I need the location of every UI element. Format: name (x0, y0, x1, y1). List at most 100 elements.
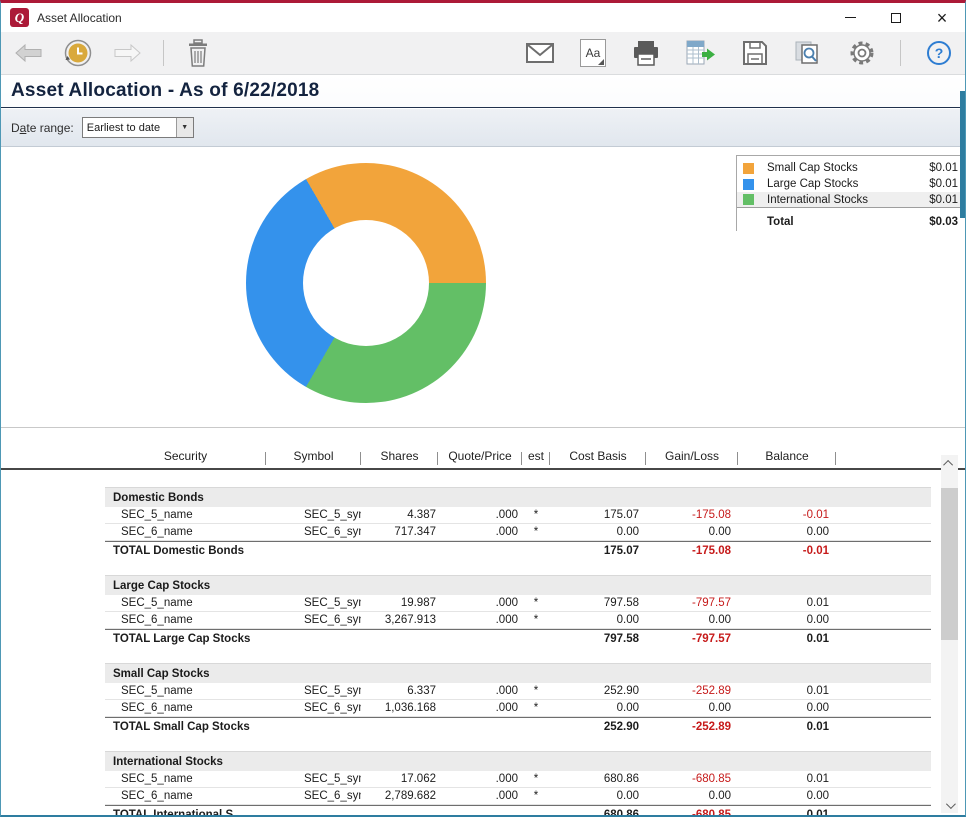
cell-est: * (522, 595, 550, 611)
cell-balance: 0.00 (738, 700, 836, 716)
report-preview-icon (794, 40, 822, 66)
delete-button[interactable] (186, 39, 210, 67)
cell-security: SEC_5_name (105, 507, 266, 523)
save-button[interactable] (742, 40, 768, 66)
total-gain-loss: -175.08 (646, 542, 738, 560)
font-size-icon: Aa (580, 39, 606, 67)
legend-total-row: Total $0.03 (737, 213, 960, 231)
legend-item[interactable]: International Stocks $0.01 (737, 192, 960, 208)
cell-balance: 0.00 (738, 524, 836, 540)
total-label: TOTAL International S... (105, 806, 550, 815)
date-range-band: Date range: Earliest to date ▼ (1, 109, 965, 147)
close-button[interactable]: × (919, 3, 965, 32)
back-button[interactable] (15, 44, 42, 62)
history-button[interactable] (64, 39, 92, 67)
section-header: Domestic Bonds (105, 487, 931, 507)
cell-quote: .000 (438, 612, 522, 628)
maximize-button[interactable] (873, 3, 919, 32)
cell-security: SEC_6_name (105, 524, 266, 540)
back-arrow-icon (15, 44, 42, 62)
section-header: Small Cap Stocks (105, 663, 931, 683)
total-balance: 0.01 (738, 718, 836, 736)
email-button[interactable] (526, 43, 554, 63)
scrollbar-down-button[interactable] (941, 797, 958, 813)
cell-security: SEC_5_name (105, 771, 266, 787)
donut-hole (303, 220, 429, 346)
total-balance: 0.01 (738, 806, 836, 815)
minimize-icon (845, 17, 856, 18)
trash-icon (186, 39, 210, 67)
column-header-gain-loss[interactable]: Gain/Loss (646, 449, 738, 468)
cell-gain-loss: -680.85 (646, 771, 738, 787)
column-header-symbol[interactable]: Symbol (266, 449, 361, 468)
font-size-button[interactable]: Aa (580, 39, 606, 67)
window-title: Asset Allocation (37, 11, 122, 25)
cell-shares: 1,036.168 (361, 700, 438, 716)
settings-button[interactable] (848, 39, 876, 67)
total-cost-basis: 797.58 (550, 630, 646, 648)
cell-cost-basis: 0.00 (550, 612, 646, 628)
chevron-up-icon (943, 459, 953, 469)
scrollbar-up-button[interactable] (941, 455, 958, 471)
table-row[interactable]: SEC_6_name SEC_6_sym 3,267.913 .000 * 0.… (105, 612, 931, 629)
table-row[interactable]: SEC_5_name SEC_5_sym 6.337 .000 * 252.90… (105, 683, 931, 700)
print-button[interactable] (632, 40, 660, 66)
chevron-down-icon (946, 799, 956, 809)
legend-item[interactable]: Large Cap Stocks $0.01 (737, 176, 960, 192)
column-header-shares[interactable]: Shares (361, 449, 438, 468)
minimize-button[interactable] (827, 3, 873, 32)
table-row[interactable]: SEC_6_name SEC_6_sym 2,789.682 .000 * 0.… (105, 788, 931, 805)
gear-icon (848, 39, 876, 67)
cell-security: SEC_5_name (105, 595, 266, 611)
cell-quote: .000 (438, 507, 522, 523)
cell-symbol: SEC_5_sym (266, 683, 361, 699)
cell-security: SEC_6_name (105, 612, 266, 628)
total-label: TOTAL Large Cap Stocks (105, 630, 550, 648)
total-label: TOTAL Small Cap Stocks (105, 718, 550, 736)
cell-quote: .000 (438, 524, 522, 540)
table-scrollbar[interactable] (941, 455, 958, 813)
cell-balance: 0.00 (738, 788, 836, 804)
toolbar-separator (900, 40, 901, 66)
date-range-select[interactable]: Earliest to date ▼ (82, 117, 194, 138)
help-button[interactable]: ? (927, 41, 951, 65)
forward-button[interactable] (114, 44, 141, 62)
history-clock-icon (64, 39, 92, 67)
legend-item[interactable]: Small Cap Stocks $0.01 (737, 160, 960, 176)
cell-shares: 19.987 (361, 595, 438, 611)
column-header-quote-price[interactable]: Quote/Price (438, 449, 522, 468)
date-range-value: Earliest to date (83, 122, 176, 134)
cell-est: * (522, 771, 550, 787)
scrollbar-thumb[interactable] (941, 488, 958, 640)
column-header-security[interactable]: Security (105, 449, 266, 468)
quicken-logo-icon: Q (10, 8, 29, 27)
table-row[interactable]: SEC_5_name SEC_5_sym 19.987 .000 * 797.5… (105, 595, 931, 612)
table-row[interactable]: SEC_6_name SEC_6_sym 1,036.168 .000 * 0.… (105, 700, 931, 717)
legend-label: International Stocks (767, 194, 929, 206)
cell-gain-loss: 0.00 (646, 788, 738, 804)
legend-swatch-green (743, 194, 754, 205)
export-button[interactable] (686, 40, 716, 66)
section-header: Large Cap Stocks (105, 575, 931, 595)
report-scrollbar-thumb[interactable] (960, 91, 965, 218)
cell-balance: 0.01 (738, 683, 836, 699)
donut-chart[interactable] (246, 163, 486, 403)
legend-label: Small Cap Stocks (767, 162, 929, 174)
toolbar-right-group: Aa (500, 39, 951, 67)
preview-button[interactable] (794, 40, 822, 66)
cell-est: * (522, 507, 550, 523)
cell-shares: 3,267.913 (361, 612, 438, 628)
table-row[interactable]: SEC_5_name SEC_5_sym 17.062 .000 * 680.8… (105, 771, 931, 788)
table-total-row: TOTAL Small Cap Stocks 252.90 -252.89 0.… (105, 717, 931, 736)
column-header-est[interactable]: est (522, 449, 550, 468)
table-total-row: TOTAL Large Cap Stocks 797.58 -797.57 0.… (105, 629, 931, 648)
cell-security: SEC_6_name (105, 788, 266, 804)
table-row[interactable]: SEC_5_name SEC_5_sym 4.387 .000 * 175.07… (105, 507, 931, 524)
cell-gain-loss: 0.00 (646, 612, 738, 628)
column-header-balance[interactable]: Balance (738, 449, 836, 468)
table-row[interactable]: SEC_6_name SEC_6_sym 717.347 .000 * 0.00… (105, 524, 931, 541)
column-header-cost-basis[interactable]: Cost Basis (550, 449, 646, 468)
cell-quote: .000 (438, 788, 522, 804)
legend-value: $0.01 (929, 178, 958, 190)
table-header: Security Symbol Shares Quote/Price est C… (1, 429, 965, 470)
